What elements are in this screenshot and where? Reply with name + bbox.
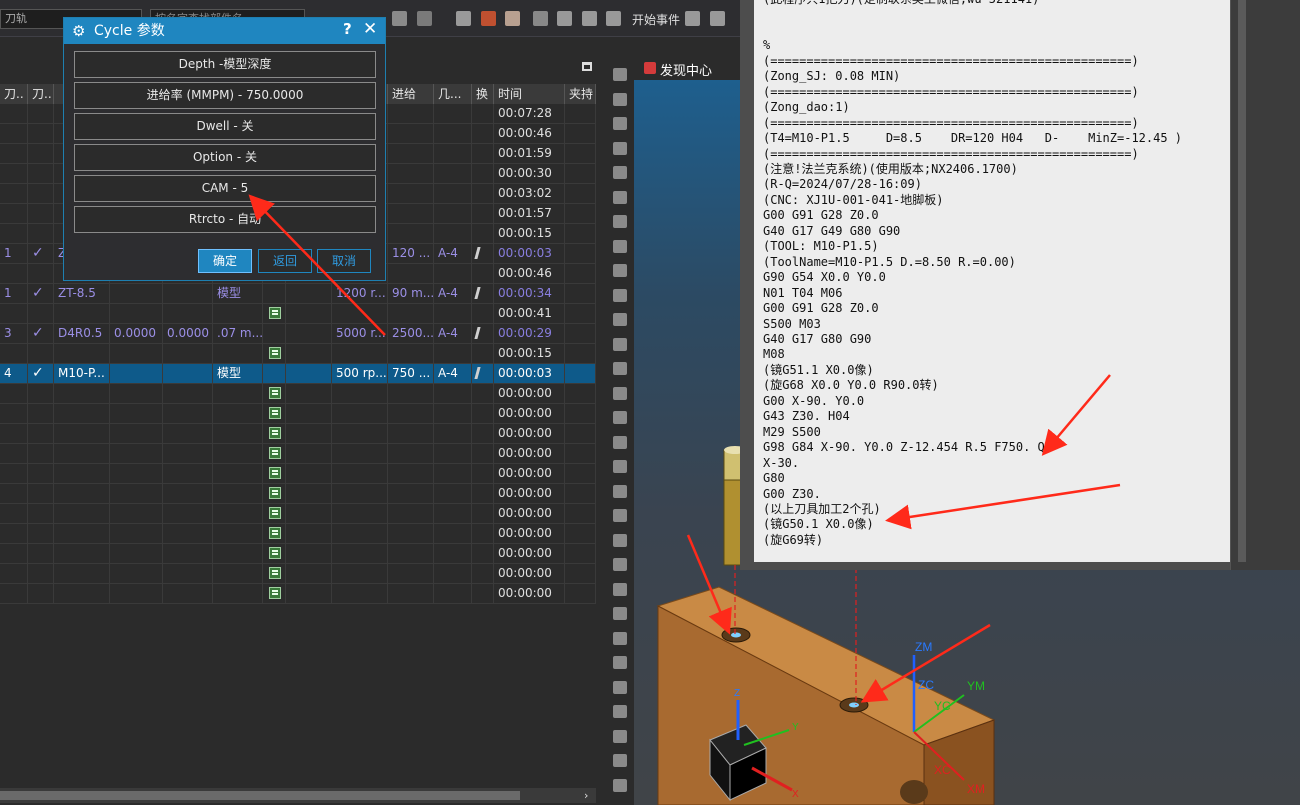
annotation-arrows (248, 194, 1121, 703)
